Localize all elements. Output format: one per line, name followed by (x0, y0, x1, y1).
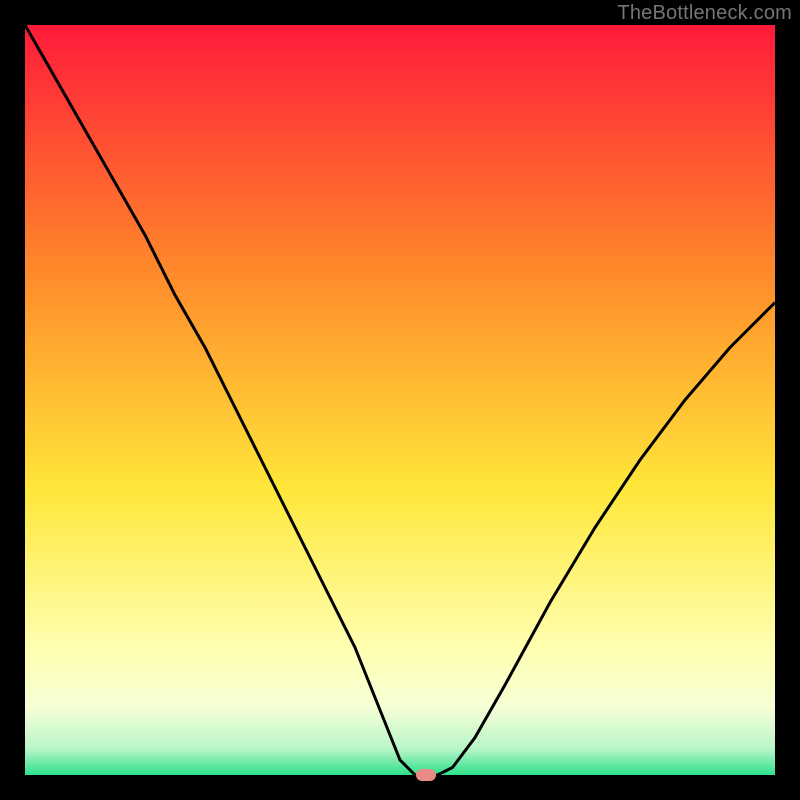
plot-area (25, 25, 775, 775)
gradient-background (25, 25, 775, 775)
figure-root: TheBottleneck.com (0, 0, 800, 800)
optimum-marker (416, 769, 436, 781)
plot-svg (25, 25, 775, 775)
watermark-text: TheBottleneck.com (617, 2, 792, 25)
